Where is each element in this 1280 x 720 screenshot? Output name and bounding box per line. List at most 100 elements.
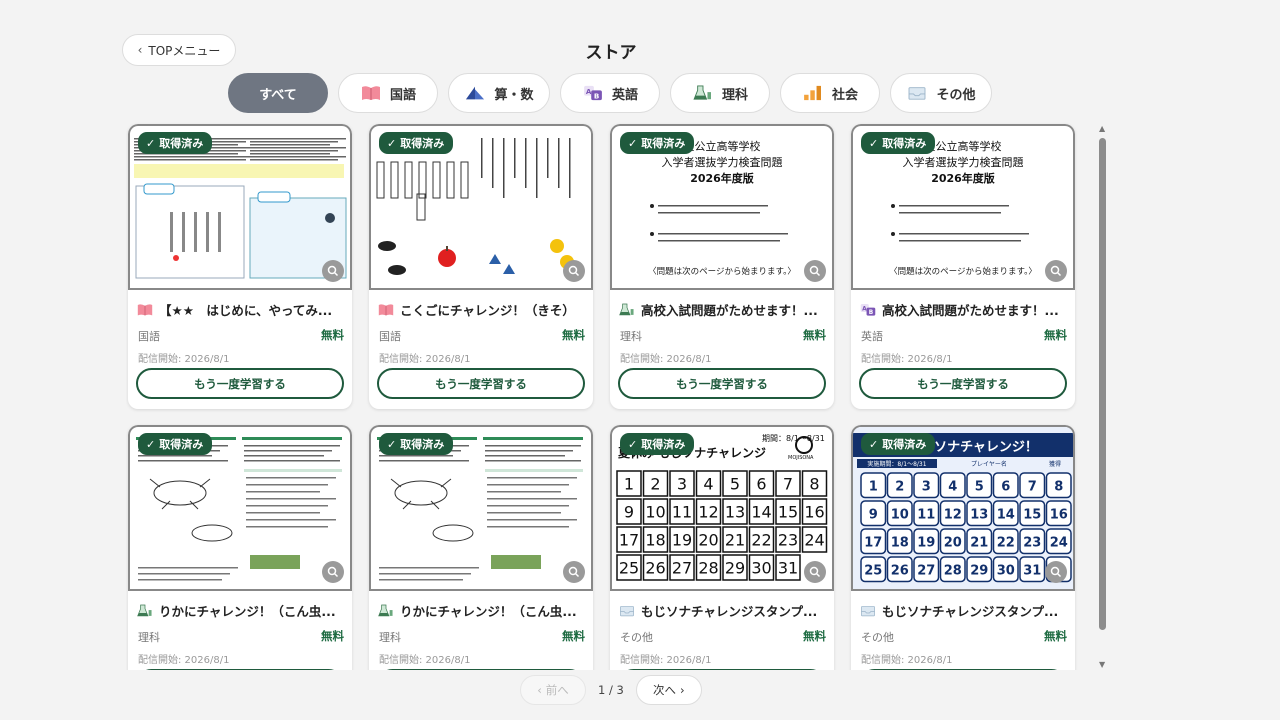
zoom-icon[interactable] — [1045, 561, 1067, 583]
svg-text:30: 30 — [997, 563, 1015, 578]
svg-text:31: 31 — [1023, 563, 1041, 578]
svg-text:6: 6 — [1001, 479, 1010, 494]
card-price: 無料 — [803, 328, 826, 342]
scroll-up-icon[interactable]: ▲ — [1099, 124, 1105, 133]
card-release-date: 配信開始: 2026/8/1 — [379, 655, 471, 666]
tab-2[interactable]: 算・数 — [448, 73, 550, 113]
svg-text:MOJISONA: MOJISONA — [788, 455, 814, 461]
svg-text:24: 24 — [1050, 535, 1068, 550]
svg-text:4: 4 — [703, 475, 713, 494]
svg-text:2: 2 — [650, 475, 660, 494]
card-subject: 理科 — [379, 631, 401, 644]
svg-text:プレイヤー名: プレイヤー名 — [971, 460, 1007, 468]
product-card[interactable]: ✓ 取得済み 【★★ はじめに、やってみ... 国語 無料 配信開始: 2026… — [128, 124, 352, 409]
zoom-icon[interactable] — [563, 260, 585, 282]
tab-label: その他 — [936, 87, 976, 103]
tab-6[interactable]: その他 — [890, 73, 992, 113]
tab-4[interactable]: 理科 — [670, 73, 770, 113]
svg-text:14: 14 — [997, 507, 1015, 522]
card-thumbnail[interactable]: 道公立高等学校 入学者選抜学力検査問題 2026年度版 〈問題は次のページから始まりま… — [851, 124, 1075, 290]
card-release-date: 配信開始: 2026/8/1 — [861, 354, 953, 365]
tray-icon — [619, 604, 635, 618]
book-icon — [378, 303, 394, 317]
zoom-icon[interactable] — [804, 260, 826, 282]
card-thumbnail[interactable]: もじソナチャレンジ！ 実施期間：8/1～8/31 プレイヤー名 獲得 1 2 3 4 5 6 7 8 9… — [851, 425, 1075, 591]
check-icon: ✓ — [146, 136, 156, 150]
badge-label: 取得済み — [641, 137, 686, 150]
chevron-right-icon: › — [680, 683, 685, 697]
prev-label: 前へ — [545, 683, 569, 697]
card-thumbnail[interactable]: ✓ 取得済み — [369, 425, 593, 591]
card-thumbnail[interactable]: ✓ 取得済み — [128, 425, 352, 591]
scroll-down-icon[interactable]: ▼ — [1099, 660, 1105, 669]
zoom-icon[interactable] — [1045, 260, 1067, 282]
zoom-icon[interactable] — [322, 561, 344, 583]
badge-label: 取得済み — [882, 438, 927, 451]
svg-text:30: 30 — [751, 559, 771, 578]
book-icon — [137, 303, 153, 317]
svg-text:A: A — [586, 87, 592, 96]
svg-text:5: 5 — [730, 475, 740, 494]
relearn-button[interactable]: もう一度学習する — [377, 368, 585, 399]
relearn-button[interactable]: もう一度学習する — [136, 669, 344, 670]
svg-text:11: 11 — [917, 507, 935, 522]
card-release-date: 配信開始: 2026/8/1 — [138, 655, 230, 666]
ab-letters-icon: AB — [582, 84, 604, 102]
card-thumbnail[interactable]: ✓ 取得済み — [369, 124, 593, 290]
svg-text:入学者選抜学力検査問題: 入学者選抜学力検査問題 — [662, 155, 783, 169]
relearn-button[interactable]: もう一度学習する — [618, 669, 826, 670]
card-thumbnail[interactable]: 道公立高等学校 入学者選抜学力検査問題 2026年度版 〈問題は次のページから始まりま… — [610, 124, 834, 290]
zoom-icon[interactable] — [322, 260, 344, 282]
prev-page-button[interactable]: ‹ 前へ — [520, 675, 586, 705]
next-page-button[interactable]: 次へ › — [635, 675, 702, 705]
relearn-button[interactable]: もう一度学習する — [859, 669, 1067, 670]
product-card[interactable]: 道公立高等学校 入学者選抜学力検査問題 2026年度版 〈問題は次のページから始まりま… — [851, 124, 1075, 409]
svg-text:12: 12 — [944, 507, 962, 522]
svg-text:22: 22 — [751, 531, 771, 550]
card-title-text: もじソナチャレンジスタンプ... — [641, 604, 818, 619]
svg-text:11: 11 — [672, 503, 692, 522]
relearn-button[interactable]: もう一度学習する — [377, 669, 585, 670]
card-thumbnail[interactable]: 期間：8/1～8/31 夏休み もじソナチャレンジ MOJISONA 1 2 3 4 5 6 7 8… — [610, 425, 834, 591]
svg-text:24: 24 — [804, 531, 824, 550]
relearn-button[interactable]: もう一度学習する — [136, 368, 344, 399]
scrollbar[interactable]: ▲ ▼ — [1098, 124, 1108, 669]
svg-text:20: 20 — [698, 531, 718, 550]
product-card[interactable]: ✓ 取得済み りかにチャレンジ！（こん虫... 理科 無料 配信開始: 2026… — [369, 425, 593, 670]
card-release-date: 配信開始: 2026/8/1 — [138, 354, 230, 365]
product-card[interactable]: 道公立高等学校 入学者選抜学力検査問題 2026年度版 〈問題は次のページから始まりま… — [610, 124, 834, 409]
check-icon: ✓ — [628, 136, 638, 150]
check-icon: ✓ — [387, 136, 397, 150]
tab-3[interactable]: A B 英語 — [560, 73, 660, 113]
product-card[interactable]: ✓ 取得済み りかにチャレンジ！（こん虫... 理科 無料 配信開始: 2026… — [128, 425, 352, 670]
card-subject: その他 — [620, 631, 653, 644]
relearn-button[interactable]: もう一度学習する — [618, 368, 826, 399]
badge-label: 取得済み — [882, 137, 927, 150]
zoom-icon[interactable] — [804, 561, 826, 583]
product-card[interactable]: 期間：8/1～8/31 夏休み もじソナチャレンジ MOJISONA 1 2 3 4 5 6 7 8… — [610, 425, 834, 670]
card-thumbnail[interactable]: ✓ 取得済み — [128, 124, 352, 290]
badge-label: 取得済み — [159, 438, 204, 451]
svg-text:7: 7 — [1028, 479, 1037, 494]
card-title-text: 高校入試問題がためせます！... — [882, 303, 1059, 318]
tab-5[interactable]: 社会 — [780, 73, 880, 113]
tab-label: 社会 — [831, 87, 858, 103]
svg-text:25: 25 — [864, 563, 882, 578]
svg-text:15: 15 — [1023, 507, 1041, 522]
svg-text:9: 9 — [869, 507, 878, 522]
svg-text:4: 4 — [948, 479, 957, 494]
card-title: りかにチャレンジ！（こん虫... — [137, 601, 345, 620]
svg-text:18: 18 — [645, 531, 665, 550]
svg-text:17: 17 — [864, 535, 882, 550]
zoom-icon[interactable] — [563, 561, 585, 583]
relearn-button[interactable]: もう一度学習する — [859, 368, 1067, 399]
badge-label: 取得済み — [400, 438, 445, 451]
tab-1[interactable]: 国語 — [338, 73, 438, 113]
svg-text:B: B — [594, 91, 599, 100]
product-grid-viewport: ✓ 取得済み 【★★ はじめに、やってみ... 国語 無料 配信開始: 2026… — [126, 122, 1088, 670]
product-card[interactable]: もじソナチャレンジ！ 実施期間：8/1～8/31 プレイヤー名 獲得 1 2 3 4 5 6 7 8 9… — [851, 425, 1075, 670]
product-card[interactable]: ✓ 取得済み こくごにチャレンジ！（きそ） 国語 無料 配信開始: 2026/8… — [369, 124, 593, 409]
tab-0[interactable]: すべて — [228, 73, 328, 113]
svg-text:27: 27 — [917, 563, 935, 578]
scrollbar-thumb[interactable] — [1099, 138, 1106, 630]
